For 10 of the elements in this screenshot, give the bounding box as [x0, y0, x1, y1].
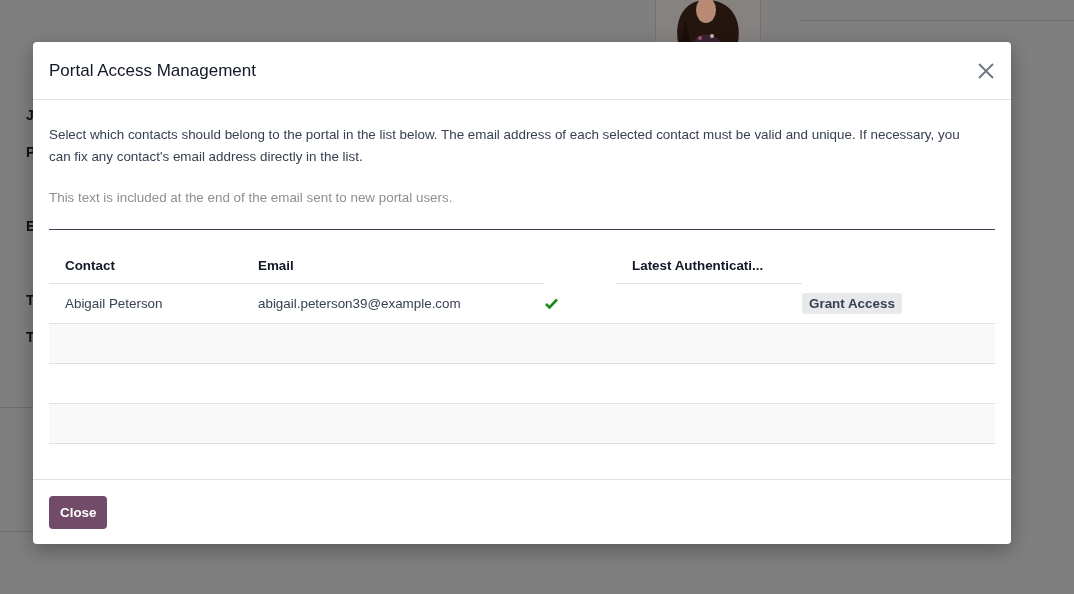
description: Select which contacts should belong to the portal in the list below. The email address of each selected contact must be valid and unique. If necessary, you can fix any contact's email address directly in the list. [49, 126, 961, 166]
column-header[interactable]: Email [242, 248, 544, 284]
close-button[interactable]: Close [49, 495, 108, 529]
table-cell: Abigail Peterson [49, 283, 242, 324]
table-cell: abigail.peterson39@example.com [242, 283, 544, 324]
column-header[interactable]: Latest Authenticati... [616, 248, 802, 284]
grant-access-button[interactable]: Grant Access [802, 292, 902, 314]
dialog-title: Portal Access Management [49, 60, 256, 81]
column-header[interactable]: Contact [49, 248, 242, 284]
field-label: J [26, 107, 34, 123]
